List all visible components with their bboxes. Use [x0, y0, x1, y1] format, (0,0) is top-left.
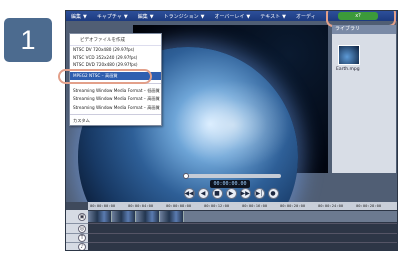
timeline-ruler[interactable]: 00:00:00:00 00:00:04:00 00:00:08:00 00:0… — [88, 202, 397, 210]
playback-scrubber[interactable] — [183, 174, 281, 178]
title-track-header[interactable]: T — [66, 234, 88, 243]
film-icon: ▣ — [78, 213, 86, 221]
video-track[interactable] — [88, 210, 397, 224]
video-preview — [78, 25, 328, 250]
audio-icon: ♪ — [78, 243, 86, 250]
menu-text[interactable]: テキスト ▼ — [255, 13, 291, 20]
menu-item-streaming-high[interactable]: Streaming Window Media Format – 高画質 — [70, 95, 161, 104]
video-editor-window: 編集 ▼ キャプチャ ▼ 編集 ▼ トランジション ▼ オーバーレイ ▼ テキスト ▼ オー… — [65, 10, 398, 251]
stop-icon[interactable]: ■ — [211, 188, 223, 199]
ruler-tick: 00:00:28:00 — [356, 203, 382, 208]
overlay-track[interactable] — [88, 224, 397, 234]
menu-item-mpeg2-selected[interactable]: MPEG2 NTSC – 高画質 — [70, 71, 161, 81]
video-clip[interactable] — [88, 211, 112, 222]
share-menu-button[interactable]: ⅹ? — [338, 12, 378, 20]
media-library-panel: ライブラリ Earth.mpg — [332, 25, 396, 173]
record-icon[interactable]: ● — [267, 188, 279, 199]
menu-divider — [70, 83, 161, 85]
create-video-menu-title: ビデオファイルを作成 — [70, 36, 161, 46]
menu-item-ntsc-dvd[interactable]: NTSC DVD 720x480 (29.97fps) — [70, 61, 161, 69]
timeline: 00:00:00:00 00:00:04:00 00:00:08:00 00:0… — [66, 202, 397, 250]
rewind-icon[interactable]: ◀◀ — [183, 188, 195, 199]
media-thumbnail[interactable] — [338, 45, 360, 65]
title-track[interactable] — [88, 234, 397, 243]
video-track-header[interactable]: ▣ — [66, 210, 88, 224]
ruler-tick: 00:00:20:00 — [280, 203, 306, 208]
menu-item-ntsc-dv[interactable]: NTSC DV 720x480 (29.97fps) — [70, 46, 161, 54]
ruler-tick: 00:00:12:00 — [204, 203, 230, 208]
play-icon[interactable]: ▶ — [225, 188, 237, 199]
create-video-menu: ビデオファイルを作成 NTSC DV 720x480 (29.97fps) NT… — [69, 33, 162, 126]
menu-overlay[interactable]: オーバーレイ ▼ — [209, 13, 255, 20]
step-number: 1 — [20, 24, 36, 55]
transport-buttons: ◀◀ ◀ ■ ▶ ▶▶ ▶| ● — [173, 188, 289, 200]
menu-item-ntsc-vcd[interactable]: NTSC VCD 352x240 (29.97fps) — [70, 54, 161, 62]
menu-file[interactable]: 編集 ▼ — [66, 13, 92, 20]
ruler-tick: 00:00:24:00 — [318, 203, 344, 208]
menu-edit[interactable]: 編集 ▼ — [133, 13, 159, 20]
title-icon: T — [78, 234, 86, 242]
video-clip[interactable] — [160, 211, 184, 222]
menu-transition[interactable]: トランジション ▼ — [159, 13, 210, 20]
step-number-badge: 1 — [4, 18, 52, 62]
timecode-display[interactable]: 00:00:00.00 — [210, 180, 250, 188]
ruler-tick: 00:00:00:00 — [90, 203, 116, 208]
menu-item-streaming-high-2[interactable]: Streaming Window Media Format – 高画質 — [70, 104, 161, 113]
end-icon[interactable]: ▶| — [253, 188, 265, 199]
ruler-tick: 00:00:16:00 — [242, 203, 268, 208]
menu-bar: 編集 ▼ キャプチャ ▼ 編集 ▼ トランジション ▼ オーバーレイ ▼ テキスト ▼ オー… — [66, 11, 397, 27]
audio-track[interactable] — [88, 243, 397, 250]
ruler-tick: 00:00:04:00 — [128, 203, 154, 208]
cloud-swirl — [173, 80, 293, 170]
scrubber-knob[interactable] — [183, 173, 189, 179]
menu-capture[interactable]: キャプチャ ▼ — [92, 13, 133, 20]
overlay-track-header[interactable]: ◎ — [66, 224, 88, 234]
video-clip[interactable] — [112, 211, 136, 222]
media-thumbnail-label: Earth.mpg — [336, 67, 360, 72]
fast-forward-icon[interactable]: ▶▶ — [239, 188, 251, 199]
previous-frame-icon[interactable]: ◀ — [197, 188, 209, 199]
ruler-tick: 00:00:08:00 — [166, 203, 192, 208]
menu-item-custom[interactable]: カスタム — [70, 117, 161, 126]
menu-audio[interactable]: オーディ — [291, 13, 321, 20]
menu-divider — [70, 114, 161, 116]
menu-item-streaming-low[interactable]: Streaming Window Media Format – 低画質 — [70, 86, 161, 95]
overlay-icon: ◎ — [78, 225, 86, 233]
video-clip-gray[interactable] — [184, 211, 397, 222]
audio-track-header[interactable]: ♪ — [66, 243, 88, 250]
video-clip[interactable] — [136, 211, 160, 222]
playback-controls: 00:00:00.00 ◀◀ ◀ ■ ▶ ▶▶ ▶| ● — [173, 173, 289, 200]
media-library-header: ライブラリ — [332, 25, 396, 34]
